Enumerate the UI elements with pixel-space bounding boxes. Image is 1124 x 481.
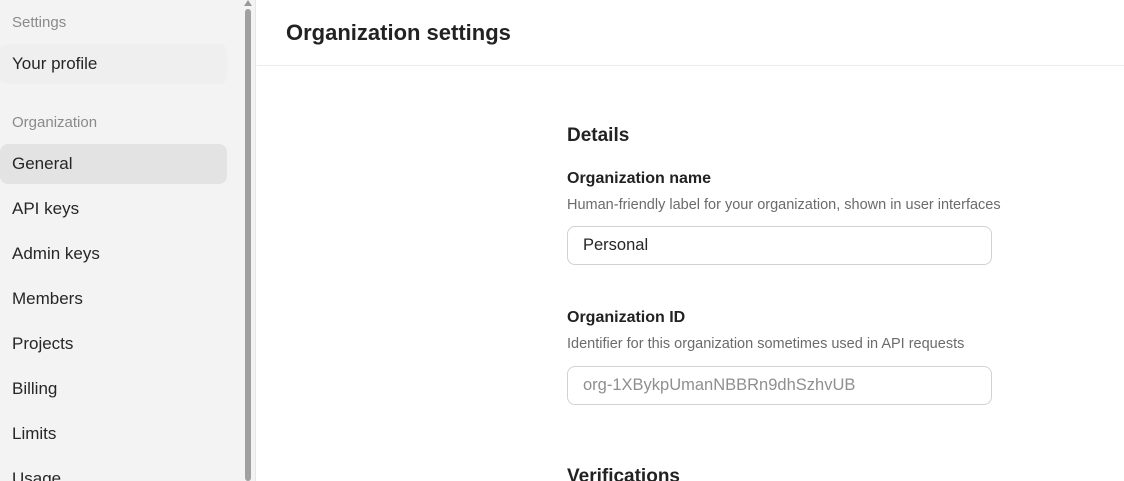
- sidebar-item-billing[interactable]: Billing: [0, 369, 227, 409]
- sidebar-item-label: Your profile: [12, 54, 98, 73]
- sidebar-item-limits[interactable]: Limits: [0, 414, 227, 454]
- scrollbar-thumb[interactable]: [245, 9, 251, 481]
- organization-name-help: Human-friendly label for your organizati…: [567, 197, 1001, 213]
- sidebar-item-label: General: [12, 154, 73, 173]
- sidebar-item-label: API keys: [12, 199, 80, 218]
- organization-name-label: Organization name: [567, 170, 712, 187]
- app-window: Settings Your profile Organization Gener…: [0, 0, 1124, 481]
- sidebar-item-label: Limits: [12, 424, 57, 443]
- sidebar-item-members[interactable]: Members: [0, 279, 227, 319]
- settings-heading: Settings: [12, 14, 67, 31]
- sidebar-item-label: Members: [12, 289, 83, 308]
- sidebar-item-general[interactable]: General: [0, 144, 227, 184]
- sidebar-item-usage[interactable]: Usage: [0, 459, 227, 481]
- organization-id-label: Organization ID: [567, 309, 686, 326]
- scroll-up-arrow-icon[interactable]: [244, 0, 252, 6]
- sidebar-item-label: Admin keys: [12, 244, 100, 263]
- organization-name-input[interactable]: [567, 226, 992, 265]
- verifications-heading: Verifications: [567, 466, 680, 481]
- organization-id-input[interactable]: [567, 366, 992, 405]
- sidebar-item-label: Usage: [12, 469, 62, 481]
- sidebar-item-label: Billing: [12, 379, 58, 398]
- page-header: Organization settings: [257, 0, 1124, 66]
- sidebar-item-api-keys[interactable]: API keys: [0, 189, 227, 229]
- organization-id-help: Identifier for this organization sometim…: [567, 336, 965, 352]
- sidebar-item-projects[interactable]: Projects: [0, 324, 227, 364]
- page-title: Organization settings: [286, 19, 511, 45]
- sidebar-item-admin-keys[interactable]: Admin keys: [0, 234, 227, 274]
- sidebar: Settings Your profile Organization Gener…: [0, 0, 242, 481]
- organization-heading: Organization: [12, 114, 98, 131]
- main-content: Organization settings Details Organizati…: [257, 0, 1124, 481]
- sidebar-scrollbar[interactable]: [242, 0, 256, 481]
- sidebar-item-label: Projects: [12, 334, 74, 353]
- details-heading: Details: [567, 125, 630, 146]
- sidebar-item-your-profile[interactable]: Your profile: [0, 44, 227, 84]
